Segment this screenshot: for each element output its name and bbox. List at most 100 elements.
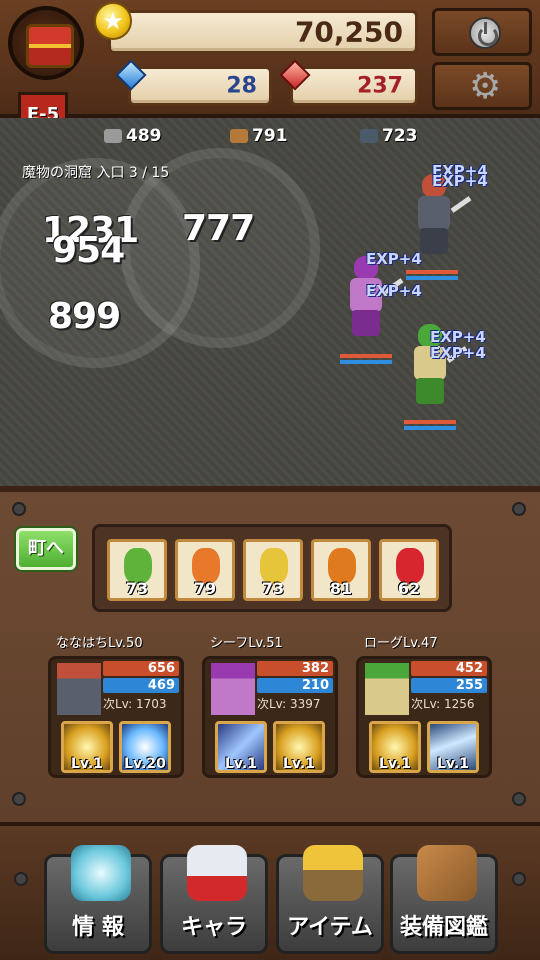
member-portrait xyxy=(211,663,255,715)
member-next-level: 次Lv: 3397 xyxy=(257,697,321,711)
bolt-icon xyxy=(12,792,26,806)
member-portrait xyxy=(57,663,101,715)
gear-icon: ⚙ xyxy=(469,66,502,107)
member-name: ローグLv.47 xyxy=(364,636,438,651)
sword-skill-icon[interactable]: Lv.1 xyxy=(215,721,267,773)
gem-value: 28 xyxy=(226,73,257,99)
skill-level: Lv.1 xyxy=(225,756,257,772)
bottom-nav: 情 報 キャラ アイテム 装備図鑑 xyxy=(0,822,540,960)
settings-button[interactable]: ⚙ xyxy=(432,62,532,110)
crop-count: 79 xyxy=(193,579,217,598)
item-button[interactable]: アイテム xyxy=(276,845,384,954)
treasure-chest-button[interactable] xyxy=(0,0,92,96)
crop-slot[interactable]: 79 xyxy=(175,539,235,601)
info-label: 情 報 xyxy=(72,915,124,940)
battle-field: 489 791 723 魔物の洞窟 入口 3 / 15 1231 954 777… xyxy=(0,118,540,486)
member-next-level: 次Lv: 1703 xyxy=(103,697,167,711)
crop-slot[interactable]: 81 xyxy=(311,539,371,601)
hero-hp-bar xyxy=(404,420,456,424)
member-card: 452 255 次Lv: 1256 Lv.1 Lv.1 xyxy=(356,656,492,778)
exp-popup: EXP+4 xyxy=(430,344,486,362)
party-member[interactable]: ローグLv.47 452 255 次Lv: 1256 Lv.1 Lv.1 xyxy=(356,632,496,782)
member-portrait xyxy=(365,663,409,715)
book-icon xyxy=(417,845,477,901)
ore-icon xyxy=(360,129,378,143)
equipment-book-label: 装備図鑑 xyxy=(399,915,488,940)
member-name: シーフLv.51 xyxy=(210,636,283,651)
skill-level: Lv.1 xyxy=(437,756,469,772)
helmet-icon xyxy=(187,845,247,901)
crop-count: 62 xyxy=(397,579,421,598)
wood-resource: 791 xyxy=(230,126,288,146)
gem-counter: 28 xyxy=(128,66,272,106)
ore-resource: 723 xyxy=(360,126,418,146)
power-button[interactable] xyxy=(432,8,532,56)
crop-slot[interactable]: 73 xyxy=(107,539,167,601)
wood-count: 791 xyxy=(252,126,288,146)
top-hud: 70,250 ★ 28 237 ⚙ xyxy=(0,0,540,118)
character-label: キャラ xyxy=(180,915,247,940)
town-button[interactable]: 町へ xyxy=(16,528,76,570)
stone-count: 489 xyxy=(126,126,162,146)
crop-count: 73 xyxy=(261,579,285,598)
damage-number: 954 xyxy=(52,230,125,271)
info-button[interactable]: 情 報 xyxy=(44,845,152,954)
member-card: 382 210 次Lv: 3397 Lv.1 Lv.1 xyxy=(202,656,338,778)
gold-coin-icon: ★ xyxy=(94,2,132,40)
member-mp: 469 xyxy=(103,678,179,693)
bolt-icon xyxy=(512,792,526,806)
party-member[interactable]: シーフLv.51 382 210 次Lv: 3397 Lv.1 Lv.1 xyxy=(202,632,342,782)
damage-number: 899 xyxy=(48,296,121,337)
burst-skill-icon[interactable]: Lv.1 xyxy=(273,721,325,773)
member-card: 656 469 次Lv: 1703 Lv.1 Lv.20 xyxy=(48,656,184,778)
gold-value: 70,250 xyxy=(294,15,403,49)
exp-popup: EXP+4 xyxy=(432,172,488,190)
bolt-icon xyxy=(14,872,28,886)
damage-number: 777 xyxy=(182,208,255,249)
member-mp: 255 xyxy=(411,678,487,693)
bolt-icon xyxy=(512,502,526,516)
equipment-book-button[interactable]: 装備図鑑 xyxy=(390,845,498,954)
member-name: ななはちLv.50 xyxy=(56,636,143,651)
bolt-icon xyxy=(512,872,526,886)
crop-count: 81 xyxy=(329,579,353,598)
character-button[interactable]: キャラ xyxy=(160,845,268,954)
item-chest-icon xyxy=(303,845,363,901)
ice-skill-icon[interactable]: Lv.1 xyxy=(427,721,479,773)
exp-popup: EXP+4 xyxy=(366,250,422,268)
hero-mp-bar xyxy=(404,426,456,430)
gold-counter: 70,250 xyxy=(108,10,418,54)
skill-level: Lv.1 xyxy=(379,756,411,772)
stone-icon xyxy=(104,129,122,143)
burst-skill-icon[interactable]: Lv.1 xyxy=(61,721,113,773)
light-orb-skill-icon[interactable]: Lv.20 xyxy=(119,721,171,773)
ore-count: 723 xyxy=(382,126,418,146)
hero-hp-bar xyxy=(340,354,392,358)
member-mp: 210 xyxy=(257,678,333,693)
skill-level: Lv.1 xyxy=(71,756,103,772)
member-hp: 452 xyxy=(411,661,487,676)
hero-hp-bar xyxy=(406,270,458,274)
hero-mp-bar xyxy=(406,276,458,280)
bolt-icon xyxy=(12,502,26,516)
member-next-level: 次Lv: 1256 xyxy=(411,697,475,711)
wood-icon xyxy=(230,129,248,143)
skill-level: Lv.20 xyxy=(124,756,166,772)
ruby-value: 237 xyxy=(357,73,403,99)
exp-popup: EXP+4 xyxy=(366,282,422,300)
hero-mp-bar xyxy=(340,360,392,364)
power-icon xyxy=(469,17,501,49)
party-member[interactable]: ななはちLv.50 656 469 次Lv: 1703 Lv.1 Lv.20 xyxy=(48,632,188,782)
crop-slot[interactable]: 73 xyxy=(243,539,303,601)
member-hp: 382 xyxy=(257,661,333,676)
crop-count: 73 xyxy=(125,579,149,598)
member-hp: 656 xyxy=(103,661,179,676)
crop-slot[interactable]: 62 xyxy=(379,539,439,601)
treasure-chest-icon xyxy=(8,6,84,80)
item-label: アイテム xyxy=(287,915,373,940)
crop-inventory: 73 79 73 81 62 xyxy=(92,524,452,612)
skill-level: Lv.1 xyxy=(283,756,315,772)
burst-skill-icon[interactable]: Lv.1 xyxy=(369,721,421,773)
ruby-counter: 237 xyxy=(290,66,418,106)
info-emblem-icon xyxy=(71,845,131,901)
